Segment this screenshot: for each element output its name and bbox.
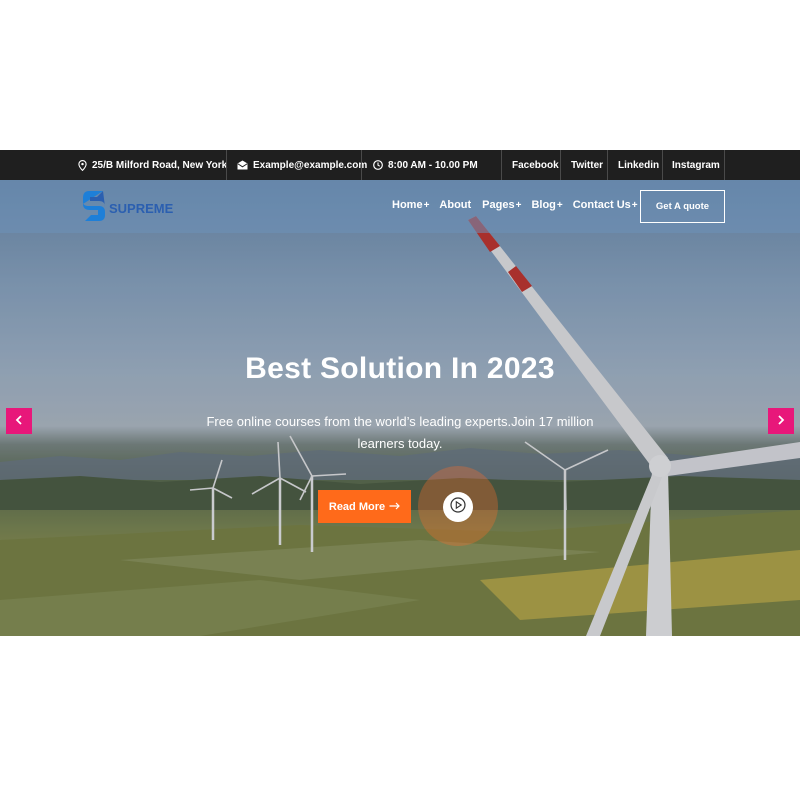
chevron-left-icon <box>15 412 23 430</box>
dropdown-plus-icon: + <box>631 199 638 211</box>
read-more-button[interactable]: Read More <box>318 490 411 523</box>
arrow-right-icon <box>389 501 400 513</box>
social-link-twitter[interactable]: Twitter <box>571 150 603 180</box>
dropdown-plus-icon: + <box>423 199 430 211</box>
logo-mark-icon <box>81 188 107 229</box>
hero-slider <box>0 180 800 636</box>
hours-text: 8:00 AM - 10.00 PM <box>388 159 478 171</box>
top-info-bar: 25/B Milford Road, New York Example@exam… <box>0 150 800 180</box>
social-link-label: Facebook <box>512 159 559 171</box>
address-info: 25/B Milford Road, New York <box>78 150 227 180</box>
social-link-linkedin[interactable]: Linkedin <box>618 150 659 180</box>
nav-item-contact-us[interactable]: Contact Us + <box>573 199 638 211</box>
nav-item-label: Contact Us <box>572 199 631 211</box>
hero-title: Best Solution In 2023 <box>245 352 555 385</box>
nav-item-pages[interactable]: Pages + <box>482 199 521 211</box>
nav-menu: Home + About Pages + Blog + Contact Us + <box>392 199 638 211</box>
divider <box>724 150 725 180</box>
get-a-quote-button[interactable]: Get A quote <box>640 190 725 223</box>
social-link-instagram[interactable]: Instagram <box>672 150 720 180</box>
chevron-right-icon <box>777 412 785 430</box>
dropdown-plus-icon: + <box>556 199 563 211</box>
email-info[interactable]: Example@example.com <box>237 150 367 180</box>
play-video-button[interactable] <box>443 492 473 522</box>
hero-subtitle: Free online courses from the world’s lea… <box>206 414 594 451</box>
nav-item-blog[interactable]: Blog + <box>531 199 562 211</box>
logo[interactable]: SUPREME <box>81 188 173 229</box>
hours-info: 8:00 AM - 10.00 PM <box>373 150 478 180</box>
divider <box>560 150 561 180</box>
divider <box>662 150 663 180</box>
play-icon <box>450 496 466 518</box>
map-pin-icon <box>78 159 87 171</box>
clock-icon <box>373 160 383 170</box>
nav-item-home[interactable]: Home + <box>392 199 429 211</box>
nav-item-about[interactable]: About <box>439 199 472 211</box>
divider <box>226 150 227 180</box>
social-link-label: Twitter <box>571 159 604 171</box>
logo-text: SUPREME <box>109 201 174 216</box>
social-link-label: Linkedin <box>618 159 660 171</box>
email-text: Example@example.com <box>253 159 368 171</box>
nav-item-label: About <box>439 199 472 211</box>
divider <box>501 150 502 180</box>
slider-prev-button[interactable] <box>6 408 32 434</box>
address-text: 25/B Milford Road, New York <box>92 159 228 171</box>
hero-overlay <box>0 180 800 636</box>
dropdown-plus-icon: + <box>515 199 522 211</box>
envelope-icon <box>237 160 248 170</box>
nav-item-label: Home <box>392 199 423 211</box>
divider <box>361 150 362 180</box>
read-more-label: Read More <box>328 500 386 513</box>
social-link-facebook[interactable]: Facebook <box>512 150 559 180</box>
nav-item-label: Blog <box>531 199 556 211</box>
divider <box>607 150 608 180</box>
nav-item-label: Pages <box>482 199 515 211</box>
slider-next-button[interactable] <box>768 408 794 434</box>
social-link-label: Instagram <box>672 159 720 171</box>
